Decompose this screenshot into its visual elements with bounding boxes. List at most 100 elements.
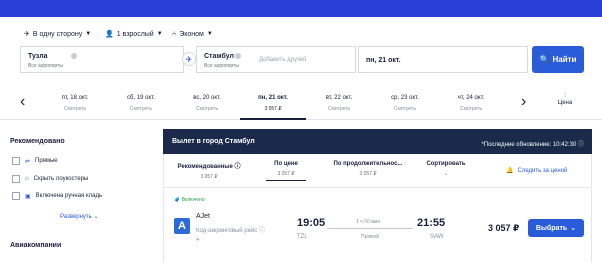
- chevron-down-icon: ⌄: [570, 225, 577, 232]
- departure-airport: TZL: [297, 234, 308, 240]
- chevron-down-icon: ▼: [206, 31, 213, 37]
- search-icon: 🔍: [539, 55, 550, 64]
- date-option[interactable]: вт, 22 окт. Смотреть: [306, 88, 372, 120]
- flight-card[interactable]: 🧳 Включено A AJet Код-шеринговый рейс ⓘ …: [163, 189, 592, 263]
- bell-icon: 🔔: [506, 168, 514, 174]
- date-option[interactable]: ср, 23 окт. Смотреть: [372, 88, 438, 120]
- filter-checkbox[interactable]: [12, 192, 20, 200]
- destination-city: Стамбул: [204, 53, 234, 60]
- filter-checkbox[interactable]: [12, 157, 20, 165]
- top-header-bar: [0, 0, 602, 17]
- direct-icon: ⇌: [25, 158, 31, 165]
- departure-time: 19:05: [297, 217, 326, 229]
- origin-city: Тузла: [28, 53, 48, 60]
- date-option[interactable]: чт, 24 окт. Смотреть: [438, 88, 504, 120]
- filter-hide-lowcost[interactable]: ⌂ Скрыть лоукостеры: [12, 174, 88, 184]
- tab-price: 3 057 ₽: [200, 174, 218, 180]
- trip-type-label: В одну сторону: [32, 30, 83, 38]
- date-value: пн, 21 окт.: [366, 57, 401, 64]
- included-label: Включено: [181, 197, 205, 203]
- date-option[interactable]: пн, 21 окт. 3 057 ₽: [240, 88, 306, 120]
- choose-button[interactable]: Выбрать ⌄: [528, 219, 584, 237]
- tab-label: Рекомендованные ⓘ: [177, 164, 241, 170]
- tab-recommended[interactable]: Рекомендованные ⓘ 3 057 ₽: [172, 161, 246, 180]
- follow-price-label: Следить за ценой: [517, 167, 568, 174]
- price-sort-button[interactable]: ⫶ Цена: [553, 92, 577, 106]
- filter-label: Включена ручная кладь: [35, 193, 103, 199]
- bar-chart-icon: ⫶: [564, 92, 566, 99]
- cabin-class-label: Эконом: [179, 30, 204, 38]
- tab-price: 3 057 ₽: [277, 171, 295, 177]
- filter-direct[interactable]: ⇌ Прямые: [12, 156, 58, 166]
- expand-label: Развернуть: [60, 214, 92, 220]
- last-update-text: *Последнее обновление: 10:42:30: [481, 142, 577, 148]
- seat-icon: ⑃: [172, 30, 177, 38]
- tab-label: Сортировать: [426, 161, 466, 167]
- filter-carry-on[interactable]: ▣ Включена ручная кладь: [12, 191, 102, 201]
- flight-price: 3 057 ₽: [488, 223, 520, 233]
- chevron-right-icon[interactable]: ›: [521, 93, 526, 111]
- date-option[interactable]: вс, 20 окт. Смотреть: [174, 88, 240, 120]
- find-button[interactable]: 🔍 Найти: [532, 46, 584, 73]
- airline-name: AJet: [196, 213, 211, 220]
- origin-subtitle: Все аэропорты: [28, 63, 63, 69]
- chevron-down-icon: ⌄: [443, 171, 449, 177]
- chevron-left-icon[interactable]: ‹: [20, 93, 25, 111]
- airline-logo: A: [174, 218, 190, 234]
- date-option[interactable]: сб, 19 окт. Смотреть: [108, 88, 174, 120]
- cabin-class-select[interactable]: ⑃ Эконом ▼: [172, 28, 213, 40]
- destination-subtitle: Все аэропорты: [204, 63, 239, 69]
- results-header: Вылет в город Стамбул *Последнее обновле…: [163, 129, 592, 154]
- tab-label: По продолжительнос...: [333, 161, 403, 167]
- date-option-date: ср, 23 окт.: [391, 95, 419, 101]
- flight-duration: 1 ч 50 мин: [356, 219, 381, 225]
- clear-icon[interactable]: [235, 53, 241, 59]
- find-button-label: Найти: [552, 55, 577, 64]
- tab-by-price[interactable]: По цене 3 057 ₽: [266, 161, 306, 181]
- stops-label: Прямой: [361, 234, 380, 240]
- tab-label: По цене: [274, 161, 298, 167]
- bag-icon: ▣: [25, 193, 31, 200]
- date-option[interactable]: пт, 18 окт. Смотреть: [42, 88, 108, 120]
- choose-label: Выбрать: [535, 224, 568, 232]
- swap-icon[interactable]: ✈: [182, 52, 196, 66]
- date-option-date: сб, 19 окт.: [127, 95, 155, 101]
- date-option-date: чт, 24 окт.: [457, 95, 485, 101]
- tab-price: 3 057 ₽: [359, 171, 377, 177]
- origin-field[interactable]: Тузла Все аэропорты: [20, 46, 184, 73]
- date-option-price: Смотреть: [195, 106, 219, 112]
- filter-label: Прямые: [35, 158, 58, 164]
- person-icon: 👤: [105, 31, 114, 38]
- tab-by-duration[interactable]: По продолжительнос... 3 057 ₽: [328, 161, 408, 177]
- last-update: *Последнее обновление: 10:42:30 ⓘ: [481, 139, 584, 148]
- info-icon: ⓘ: [577, 142, 584, 148]
- date-option-price: Смотреть: [459, 106, 483, 112]
- passengers-select[interactable]: 👤 1 взрослый ▼: [105, 28, 163, 40]
- date-option-price: Смотреть: [63, 106, 87, 112]
- filter-checkbox[interactable]: [12, 175, 20, 183]
- date-field[interactable]: пн, 21 окт.: [358, 46, 528, 73]
- passengers-label: 1 взрослый: [116, 30, 154, 38]
- date-option-date: пн, 21 окт.: [258, 95, 288, 101]
- follow-price-link[interactable]: 🔔 Следить за ценой: [506, 167, 568, 175]
- filter-label: Скрыть лоукостеры: [33, 176, 89, 182]
- plane-icon: ✈: [24, 31, 30, 38]
- airlines-title: Авиакомпании: [10, 242, 62, 249]
- add-friend-link[interactable]: Добавить друзей: [259, 57, 306, 63]
- clear-icon[interactable]: [71, 53, 77, 59]
- codeshare-text: Код-шеринговый рейс: [196, 228, 258, 234]
- info-icon: ⓘ: [258, 228, 265, 234]
- recommended-title: Рекомендовано: [10, 138, 65, 145]
- expand-link[interactable]: Развернуть ⌄: [60, 213, 99, 220]
- date-option-price: Смотреть: [393, 106, 417, 112]
- date-option-date: вт, 22 окт.: [325, 95, 353, 101]
- price-sort-label: Цена: [557, 100, 573, 106]
- date-option-price: 3 057 ₽: [264, 106, 282, 112]
- included-badge: 🧳 Включено: [174, 197, 205, 203]
- seat-icon: ⑃: [196, 237, 200, 243]
- arrival-time: 21:55: [417, 217, 446, 229]
- tab-sort[interactable]: Сортировать ⌄: [424, 161, 468, 177]
- trip-type-select[interactable]: ✈ В одну сторону ▼: [24, 28, 91, 40]
- chevron-down-icon: ⌄: [91, 214, 99, 220]
- results-title: Вылет в город Стамбул: [172, 138, 255, 145]
